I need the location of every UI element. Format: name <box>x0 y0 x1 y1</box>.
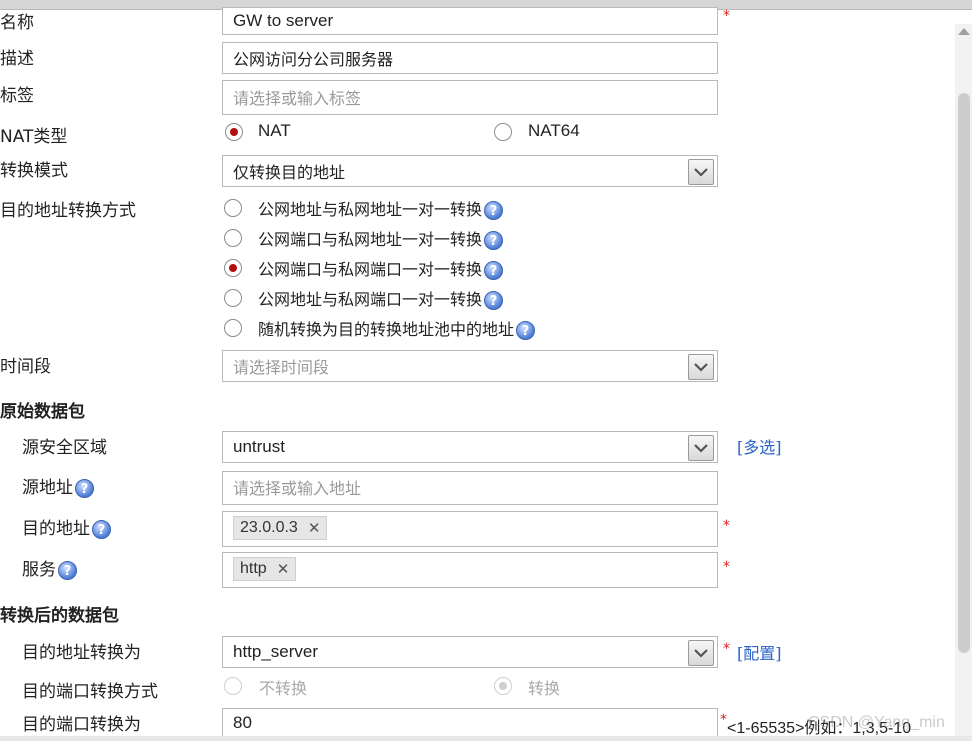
help-icon[interactable]: ? <box>75 479 94 498</box>
dest-method-radio-4[interactable] <box>224 289 242 307</box>
help-icon[interactable]: ? <box>484 231 504 250</box>
convert-mode-select[interactable]: 仅转换目的地址 <box>222 155 718 187</box>
nat-type-radio-nat[interactable] <box>225 123 243 141</box>
nat-type-radio-nat64[interactable] <box>494 123 512 141</box>
dest-method-radio-2[interactable] <box>224 229 242 247</box>
chevron-down-icon[interactable] <box>688 354 714 380</box>
description-label: 描述 <box>0 49 34 69</box>
dest-method-radio-1[interactable] <box>224 199 242 217</box>
dest-method-option-5: 随机转换为目的转换地址池中的地址? <box>258 316 536 340</box>
dest-method-option-4: 公网地址与私网端口一对一转换? <box>258 286 504 310</box>
help-icon[interactable]: ? <box>484 291 504 310</box>
time-range-label: 时间段 <box>0 357 51 377</box>
dest-method-option-1: 公网地址与私网地址一对一转换? <box>258 196 504 220</box>
port-method-option-none: 不转换 <box>259 679 308 698</box>
dest-method-radio-5[interactable] <box>224 319 242 337</box>
original-packet-heading: 原始数据包 <box>0 402 85 422</box>
help-icon[interactable]: ? <box>58 561 77 580</box>
watermark: CSDN @Yang_min <box>808 714 945 731</box>
scrollbar-thumb[interactable] <box>958 93 970 653</box>
dest-convert-method-label: 目的地址转换方式 <box>0 201 136 221</box>
help-icon[interactable]: ? <box>484 261 504 280</box>
help-icon[interactable]: ? <box>484 201 504 220</box>
required-mark: * <box>720 712 727 728</box>
tags-label: 标签 <box>0 86 34 106</box>
service-input[interactable]: http ✕ <box>222 552 718 588</box>
port-method-option-convert: 转换 <box>528 679 561 698</box>
required-mark: * <box>723 559 730 575</box>
dest-address-label: 目的地址? <box>22 514 111 539</box>
name-input[interactable]: GW to server <box>222 7 718 35</box>
source-zone-label: 源安全区域 <box>22 438 107 458</box>
required-mark: * <box>723 641 730 657</box>
dest-address-tag: 23.0.0.3 ✕ <box>233 516 328 540</box>
help-icon[interactable]: ? <box>516 321 536 340</box>
dest-address-input[interactable]: 23.0.0.3 ✕ <box>222 511 718 547</box>
nat-type-label: NAT类型 <box>0 127 68 147</box>
help-icon[interactable]: ? <box>92 520 111 539</box>
service-tag: http ✕ <box>233 557 297 581</box>
port-convert-to-label: 目的端口转换为 <box>22 715 141 735</box>
source-address-label: 源地址? <box>22 473 94 498</box>
name-label: 名称 <box>0 13 34 33</box>
port-convert-to-input[interactable]: 80 <box>222 708 718 738</box>
port-method-radio-convert[interactable] <box>494 677 512 695</box>
required-mark: * <box>723 518 730 534</box>
port-method-radio-none[interactable] <box>224 677 242 695</box>
chevron-down-icon[interactable] <box>688 435 714 461</box>
multi-select-link[interactable]: [多选] <box>737 434 782 458</box>
dest-method-option-2: 公网端口与私网地址一对一转换? <box>258 226 504 250</box>
configure-link[interactable]: [配置] <box>737 640 782 664</box>
description-input[interactable]: 公网访问分公司服务器 <box>222 42 718 74</box>
source-address-input[interactable]: 请选择或输入地址 <box>222 471 718 505</box>
nat-type-option-nat: NAT <box>258 121 291 140</box>
time-range-select[interactable]: 请选择时间段 <box>222 350 718 382</box>
chevron-down-icon[interactable] <box>688 159 714 185</box>
chevron-down-icon[interactable] <box>688 640 714 666</box>
remove-tag-icon[interactable]: ✕ <box>277 560 290 578</box>
service-label: 服务? <box>22 555 77 580</box>
dest-convert-to-label: 目的地址转换为 <box>22 643 141 663</box>
source-zone-select[interactable]: untrust <box>222 431 718 463</box>
translated-packet-heading: 转换后的数据包 <box>0 606 119 626</box>
port-convert-method-label: 目的端口转换方式 <box>22 682 158 702</box>
tags-input[interactable]: 请选择或输入标签 <box>222 80 718 115</box>
remove-tag-icon[interactable]: ✕ <box>308 519 321 537</box>
nat-type-option-nat64: NAT64 <box>528 121 580 140</box>
dest-method-radio-3[interactable] <box>224 259 242 277</box>
bottom-edge <box>0 736 972 741</box>
dest-convert-to-select[interactable]: http_server <box>222 636 718 668</box>
dest-method-option-3: 公网端口与私网端口一对一转换? <box>258 256 504 280</box>
scroll-up-arrow-icon[interactable] <box>958 28 970 35</box>
convert-mode-label: 转换模式 <box>0 161 68 181</box>
required-mark: * <box>723 8 730 24</box>
